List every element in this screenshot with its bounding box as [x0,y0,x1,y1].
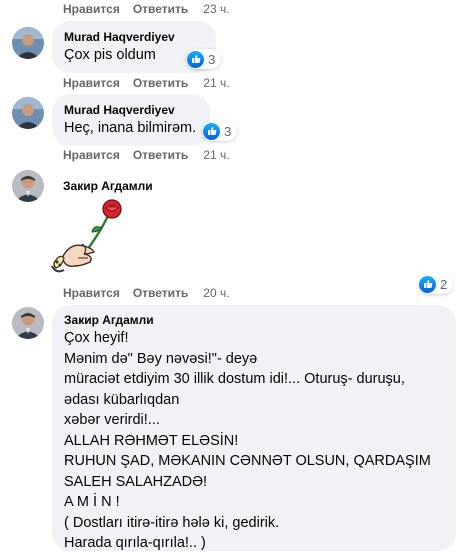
reaction-count[interactable]: 3 [202,121,238,141]
comment-actions: Нравится Ответить 21 ч. [63,76,230,90]
avatar[interactable] [12,170,44,202]
comment-timestamp[interactable]: 23 ч. [203,2,229,16]
comment-text: Çox heyif! Mənim də" Bəy nəvəsi!"- deyə … [64,330,431,551]
like-action[interactable]: Нравится [63,2,120,16]
like-reaction-icon [187,50,204,68]
reaction-count[interactable]: 2 [418,274,454,294]
reaction-count-value: 3 [224,123,232,139]
comment-text: Çox pis oldum [64,47,156,63]
reaction-count-value: 3 [208,51,216,67]
reply-action[interactable]: Ответить [133,286,188,300]
reply-action[interactable]: Ответить [133,2,188,16]
reply-action[interactable]: Ответить [133,148,188,162]
avatar[interactable] [12,307,44,339]
rose-in-hand-sticker [48,196,132,285]
avatar[interactable] [12,97,44,129]
like-reaction-icon [419,275,436,293]
comment-bubble: Закир Агдамли Çox heyif! Mənim də" Bəy n… [52,305,456,551]
comment-author[interactable]: Закир Агдамли [64,312,444,328]
reply-action[interactable]: Ответить [133,76,188,90]
like-action[interactable]: Нравится [63,76,120,90]
like-action[interactable]: Нравится [63,148,120,162]
comment-bubble: Murad Haqverdiyev Heç, inana bilmirəm. [52,94,210,146]
comment-actions: Нравится Ответить 21 ч. [63,148,230,162]
comment-author[interactable]: Закир Агдамли [63,178,153,194]
comment-actions-top: Нравится Ответить 23 ч. [63,2,230,16]
reaction-count-value: 2 [440,276,448,292]
comment-timestamp[interactable]: 21 ч. [203,76,229,90]
like-action[interactable]: Нравится [63,286,120,300]
reaction-count[interactable]: 3 [186,49,222,69]
comment-author[interactable]: Murad Haqverdiyev [64,102,198,118]
comment-timestamp[interactable]: 20 ч. [203,286,229,300]
like-reaction-icon [203,122,220,140]
comment-author[interactable]: Murad Haqverdiyev [64,29,204,45]
comment-text: Heç, inana bilmirəm. [64,120,197,136]
comment-actions: Нравится Ответить 20 ч. [63,286,230,300]
avatar[interactable] [12,27,44,59]
comment-timestamp[interactable]: 21 ч. [203,148,229,162]
